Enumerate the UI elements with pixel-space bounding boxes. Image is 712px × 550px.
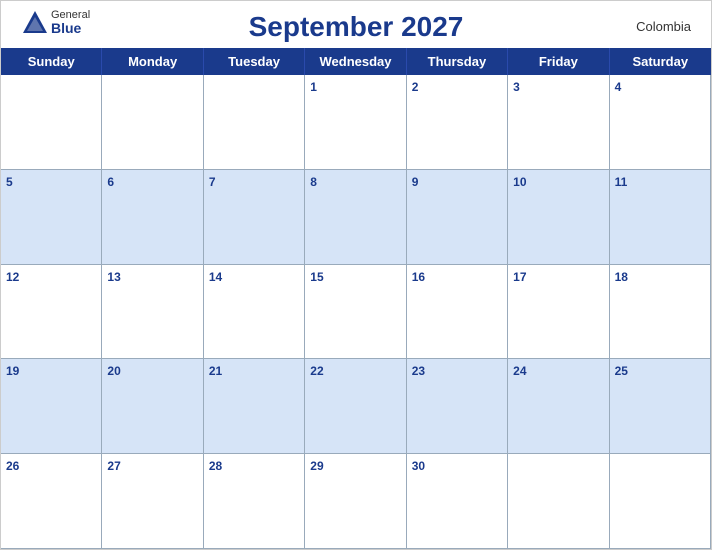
logo: General Blue bbox=[21, 9, 90, 37]
day-cell-22: 22 bbox=[305, 359, 406, 454]
day-cell-20: 20 bbox=[102, 359, 203, 454]
header-friday: Friday bbox=[508, 48, 609, 75]
day-cell-3: 3 bbox=[508, 75, 609, 170]
calendar: General Blue September 2027 Colombia Sun… bbox=[0, 0, 712, 550]
day-cell-28: 28 bbox=[204, 454, 305, 549]
day-cell-16: 16 bbox=[407, 265, 508, 360]
week-row-1: 1 2 3 4 bbox=[1, 75, 711, 170]
calendar-grid: 1 2 3 4 5 6 7 8 9 10 11 12 13 14 15 16 1… bbox=[1, 75, 711, 549]
header-saturday: Saturday bbox=[610, 48, 711, 75]
day-cell-7: 7 bbox=[204, 170, 305, 265]
day-cell-19: 19 bbox=[1, 359, 102, 454]
logo-blue-text: Blue bbox=[51, 21, 90, 36]
week-row-4: 19 20 21 22 23 24 25 bbox=[1, 359, 711, 454]
days-header: Sunday Monday Tuesday Wednesday Thursday… bbox=[1, 48, 711, 75]
logo-icon bbox=[21, 9, 49, 37]
day-cell-empty bbox=[102, 75, 203, 170]
day-cell-5: 5 bbox=[1, 170, 102, 265]
day-cell-24: 24 bbox=[508, 359, 609, 454]
header-monday: Monday bbox=[102, 48, 203, 75]
day-cell-empty bbox=[610, 454, 711, 549]
day-cell-empty bbox=[204, 75, 305, 170]
header-sunday: Sunday bbox=[1, 48, 102, 75]
day-cell-25: 25 bbox=[610, 359, 711, 454]
header-thursday: Thursday bbox=[407, 48, 508, 75]
day-cell-4: 4 bbox=[610, 75, 711, 170]
day-cell-2: 2 bbox=[407, 75, 508, 170]
header-tuesday: Tuesday bbox=[204, 48, 305, 75]
day-cell-14: 14 bbox=[204, 265, 305, 360]
day-cell-11: 11 bbox=[610, 170, 711, 265]
day-cell-8: 8 bbox=[305, 170, 406, 265]
week-row-2: 5 6 7 8 9 10 11 bbox=[1, 170, 711, 265]
day-cell-9: 9 bbox=[407, 170, 508, 265]
day-cell-23: 23 bbox=[407, 359, 508, 454]
day-cell-empty bbox=[508, 454, 609, 549]
day-cell-30: 30 bbox=[407, 454, 508, 549]
header-wednesday: Wednesday bbox=[305, 48, 406, 75]
day-cell-26: 26 bbox=[1, 454, 102, 549]
day-cell-21: 21 bbox=[204, 359, 305, 454]
day-cell-15: 15 bbox=[305, 265, 406, 360]
day-cell-6: 6 bbox=[102, 170, 203, 265]
day-cell-12: 12 bbox=[1, 265, 102, 360]
calendar-header: General Blue September 2027 Colombia bbox=[1, 1, 711, 48]
day-cell-17: 17 bbox=[508, 265, 609, 360]
day-cell-29: 29 bbox=[305, 454, 406, 549]
calendar-title: September 2027 bbox=[249, 11, 464, 43]
day-cell-18: 18 bbox=[610, 265, 711, 360]
day-cell-empty bbox=[1, 75, 102, 170]
week-row-5: 26 27 28 29 30 bbox=[1, 454, 711, 549]
week-row-3: 12 13 14 15 16 17 18 bbox=[1, 265, 711, 360]
country-label: Colombia bbox=[636, 19, 691, 34]
day-cell-1: 1 bbox=[305, 75, 406, 170]
day-cell-10: 10 bbox=[508, 170, 609, 265]
day-cell-13: 13 bbox=[102, 265, 203, 360]
day-cell-27: 27 bbox=[102, 454, 203, 549]
